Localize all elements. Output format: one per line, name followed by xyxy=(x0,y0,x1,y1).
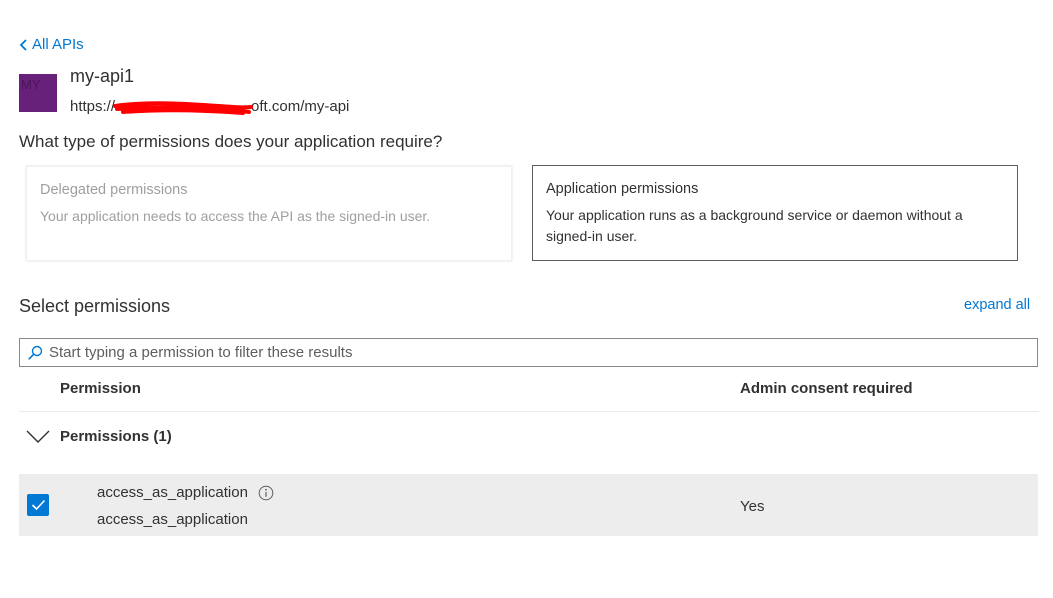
back-to-all-apis-link[interactable]: All APIs xyxy=(19,36,84,53)
permission-name: access_as_application xyxy=(97,484,274,501)
column-header-admin-consent: Admin consent required xyxy=(740,380,913,397)
chevron-left-icon xyxy=(19,38,27,51)
header-divider xyxy=(19,411,1039,412)
permission-search-box[interactable] xyxy=(19,338,1038,367)
permission-description: access_as_application xyxy=(97,511,248,528)
permission-name-text: access_as_application xyxy=(97,484,248,501)
access-as-application-checkbox[interactable] xyxy=(27,494,49,516)
delegated-permissions-card[interactable]: Delegated permissions Your application n… xyxy=(26,166,512,261)
back-link-label: All APIs xyxy=(32,36,84,53)
application-permissions-description: Your application runs as a background se… xyxy=(546,207,963,244)
checkmark-icon xyxy=(31,499,45,511)
api-uri-suffix: oft.com/my-api xyxy=(251,98,350,115)
table-row[interactable]: access_as_application access_as_applicat… xyxy=(19,474,1038,536)
api-name: my-api1 xyxy=(70,66,135,86)
api-uri-prefix: https:// xyxy=(70,98,116,115)
select-permissions-title: Select permissions xyxy=(19,296,171,316)
application-permissions-title: Application permissions xyxy=(546,181,699,197)
permission-type-question: What type of permissions does your appli… xyxy=(19,132,443,151)
info-icon[interactable] xyxy=(258,485,274,501)
search-icon xyxy=(28,345,43,360)
chevron-down-icon xyxy=(26,430,50,443)
permission-admin-consent: Yes xyxy=(740,498,765,515)
delegated-permissions-title: Delegated permissions xyxy=(40,182,188,198)
api-avatar: MY xyxy=(19,74,57,112)
permissions-group-label: Permissions (1) xyxy=(60,428,172,445)
column-header-permission: Permission xyxy=(60,380,141,397)
delegated-permissions-description: Your application needs to access the API… xyxy=(40,208,431,224)
permissions-group-toggle[interactable]: Permissions (1) xyxy=(26,428,172,445)
redaction-scribble xyxy=(113,101,253,115)
expand-all-link[interactable]: expand all xyxy=(964,297,1030,313)
permission-search-input[interactable] xyxy=(49,344,1009,361)
application-permissions-card[interactable]: Application permissions Your application… xyxy=(532,165,1018,261)
